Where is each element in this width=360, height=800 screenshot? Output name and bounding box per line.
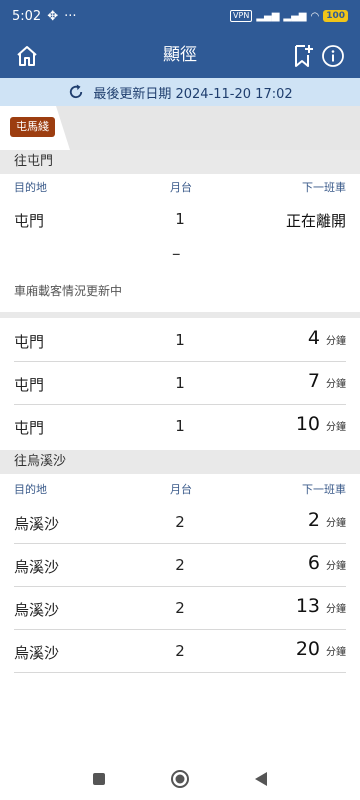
eta: 20 分鐘: [296, 638, 346, 660]
destination: 烏溪沙: [14, 515, 60, 533]
section-header-tuen-mun: 往屯門: [0, 150, 360, 174]
destination: 屯門: [14, 212, 45, 230]
eta-unit: 分鐘: [326, 647, 346, 658]
home-button[interactable]: [12, 41, 42, 71]
train-row: 烏溪沙 2 13 分鐘: [14, 587, 346, 630]
eta-unit: 分鐘: [326, 379, 346, 390]
location-icon: ✥: [47, 8, 59, 24]
system-nav-bar: [0, 758, 360, 800]
platform: 1: [175, 417, 185, 435]
eta-unit: 分鐘: [326, 518, 346, 529]
more-notifications-icon: ···: [64, 8, 77, 24]
train-row: 屯門 1 正在離開: [14, 198, 346, 241]
departing-status: 正在離開: [285, 212, 346, 230]
info-icon: [322, 45, 344, 67]
eta: 4 分鐘: [308, 327, 346, 349]
column-destination: 目的地: [14, 483, 47, 496]
destination: 烏溪沙: [14, 601, 60, 619]
wifi-icon: ◠: [310, 10, 320, 22]
train-row: 屯門 1 7 分鐘: [14, 362, 346, 405]
platform: 2: [175, 556, 185, 574]
eta: 2 分鐘: [308, 509, 346, 531]
train-row: 烏溪沙 2 6 分鐘: [14, 544, 346, 587]
destination: 屯門: [14, 333, 45, 351]
circle-icon: [171, 770, 189, 788]
destination: 屯門: [14, 419, 45, 437]
triangle-back-icon: [255, 772, 267, 786]
section-header-wu-kai-sha: 往烏溪沙: [0, 450, 360, 474]
divider: [0, 312, 360, 318]
back-button[interactable]: [250, 768, 272, 790]
column-headers: 目的地 月台 下一班車: [0, 476, 360, 500]
eta-unit: 分鐘: [326, 422, 346, 433]
eta-unit: 分鐘: [326, 336, 346, 347]
home-icon: [17, 46, 37, 66]
last-updated-bar[interactable]: 最後更新日期 2024-11-20 17:02: [0, 78, 360, 106]
eta: 7 分鐘: [308, 370, 346, 392]
bookmark-add-icon: [295, 45, 313, 67]
occupancy-placeholder: –: [172, 244, 181, 264]
column-next-train: 下一班車: [302, 483, 346, 496]
eta-unit: 分鐘: [326, 604, 346, 615]
occupancy-note: 車廂載客情況更新中: [14, 284, 123, 298]
eta: 6 分鐘: [308, 552, 346, 574]
signal-icon: ▂▄▆: [256, 10, 280, 22]
line-badge[interactable]: 屯馬綫: [10, 117, 55, 137]
destination: 屯門: [14, 376, 45, 394]
eta-minutes: 10: [295, 413, 320, 435]
train-row: 屯門 1 4 分鐘: [14, 319, 346, 362]
info-button[interactable]: [318, 41, 348, 71]
vpn-badge: VPN: [230, 10, 253, 22]
eta-minutes: 7: [307, 370, 320, 392]
column-platform: 月台: [170, 181, 192, 194]
home-nav-button[interactable]: [169, 768, 191, 790]
column-headers: 目的地 月台 下一班車: [0, 174, 360, 198]
column-destination: 目的地: [14, 181, 47, 194]
eta-minutes: 13: [295, 595, 320, 617]
eta-unit: 分鐘: [326, 561, 346, 572]
eta: 正在離開: [286, 206, 346, 231]
last-updated-text: 最後更新日期 2024-11-20 17:02: [93, 86, 293, 102]
bookmark-add-button[interactable]: [288, 41, 318, 71]
platform: 2: [175, 642, 185, 660]
eta: 10 分鐘: [296, 413, 346, 435]
eta: 13 分鐘: [296, 595, 346, 617]
destination: 烏溪沙: [14, 558, 60, 576]
platform: 1: [175, 374, 185, 392]
recent-apps-button[interactable]: [88, 768, 110, 790]
eta-minutes: 20: [295, 638, 320, 660]
eta-minutes: 6: [307, 552, 320, 574]
platform: 2: [175, 513, 185, 531]
eta-minutes: 2: [307, 509, 320, 531]
square-icon: [93, 773, 105, 785]
status-time: 5:02: [12, 8, 42, 24]
train-row: 烏溪沙 2 2 分鐘: [14, 501, 346, 544]
column-next-train: 下一班車: [302, 181, 346, 194]
destination: 烏溪沙: [14, 644, 60, 662]
platform: 1: [175, 331, 185, 349]
column-platform: 月台: [170, 483, 192, 496]
signal-icon-2: ▂▄▆: [283, 10, 307, 22]
eta-minutes: 4: [307, 327, 320, 349]
app-header: 顯徑: [0, 32, 360, 78]
status-bar: 5:02 ✥ ··· VPN ▂▄▆ ▂▄▆ ◠ 100: [0, 0, 360, 32]
line-tab-strip: 屯馬綫: [0, 106, 360, 150]
platform: 1: [175, 210, 185, 228]
refresh-icon[interactable]: [67, 83, 85, 101]
battery-indicator: 100: [323, 10, 348, 22]
platform: 2: [175, 599, 185, 617]
train-row: 屯門 1 10 分鐘: [14, 405, 346, 448]
train-row: 烏溪沙 2 20 分鐘: [14, 630, 346, 673]
